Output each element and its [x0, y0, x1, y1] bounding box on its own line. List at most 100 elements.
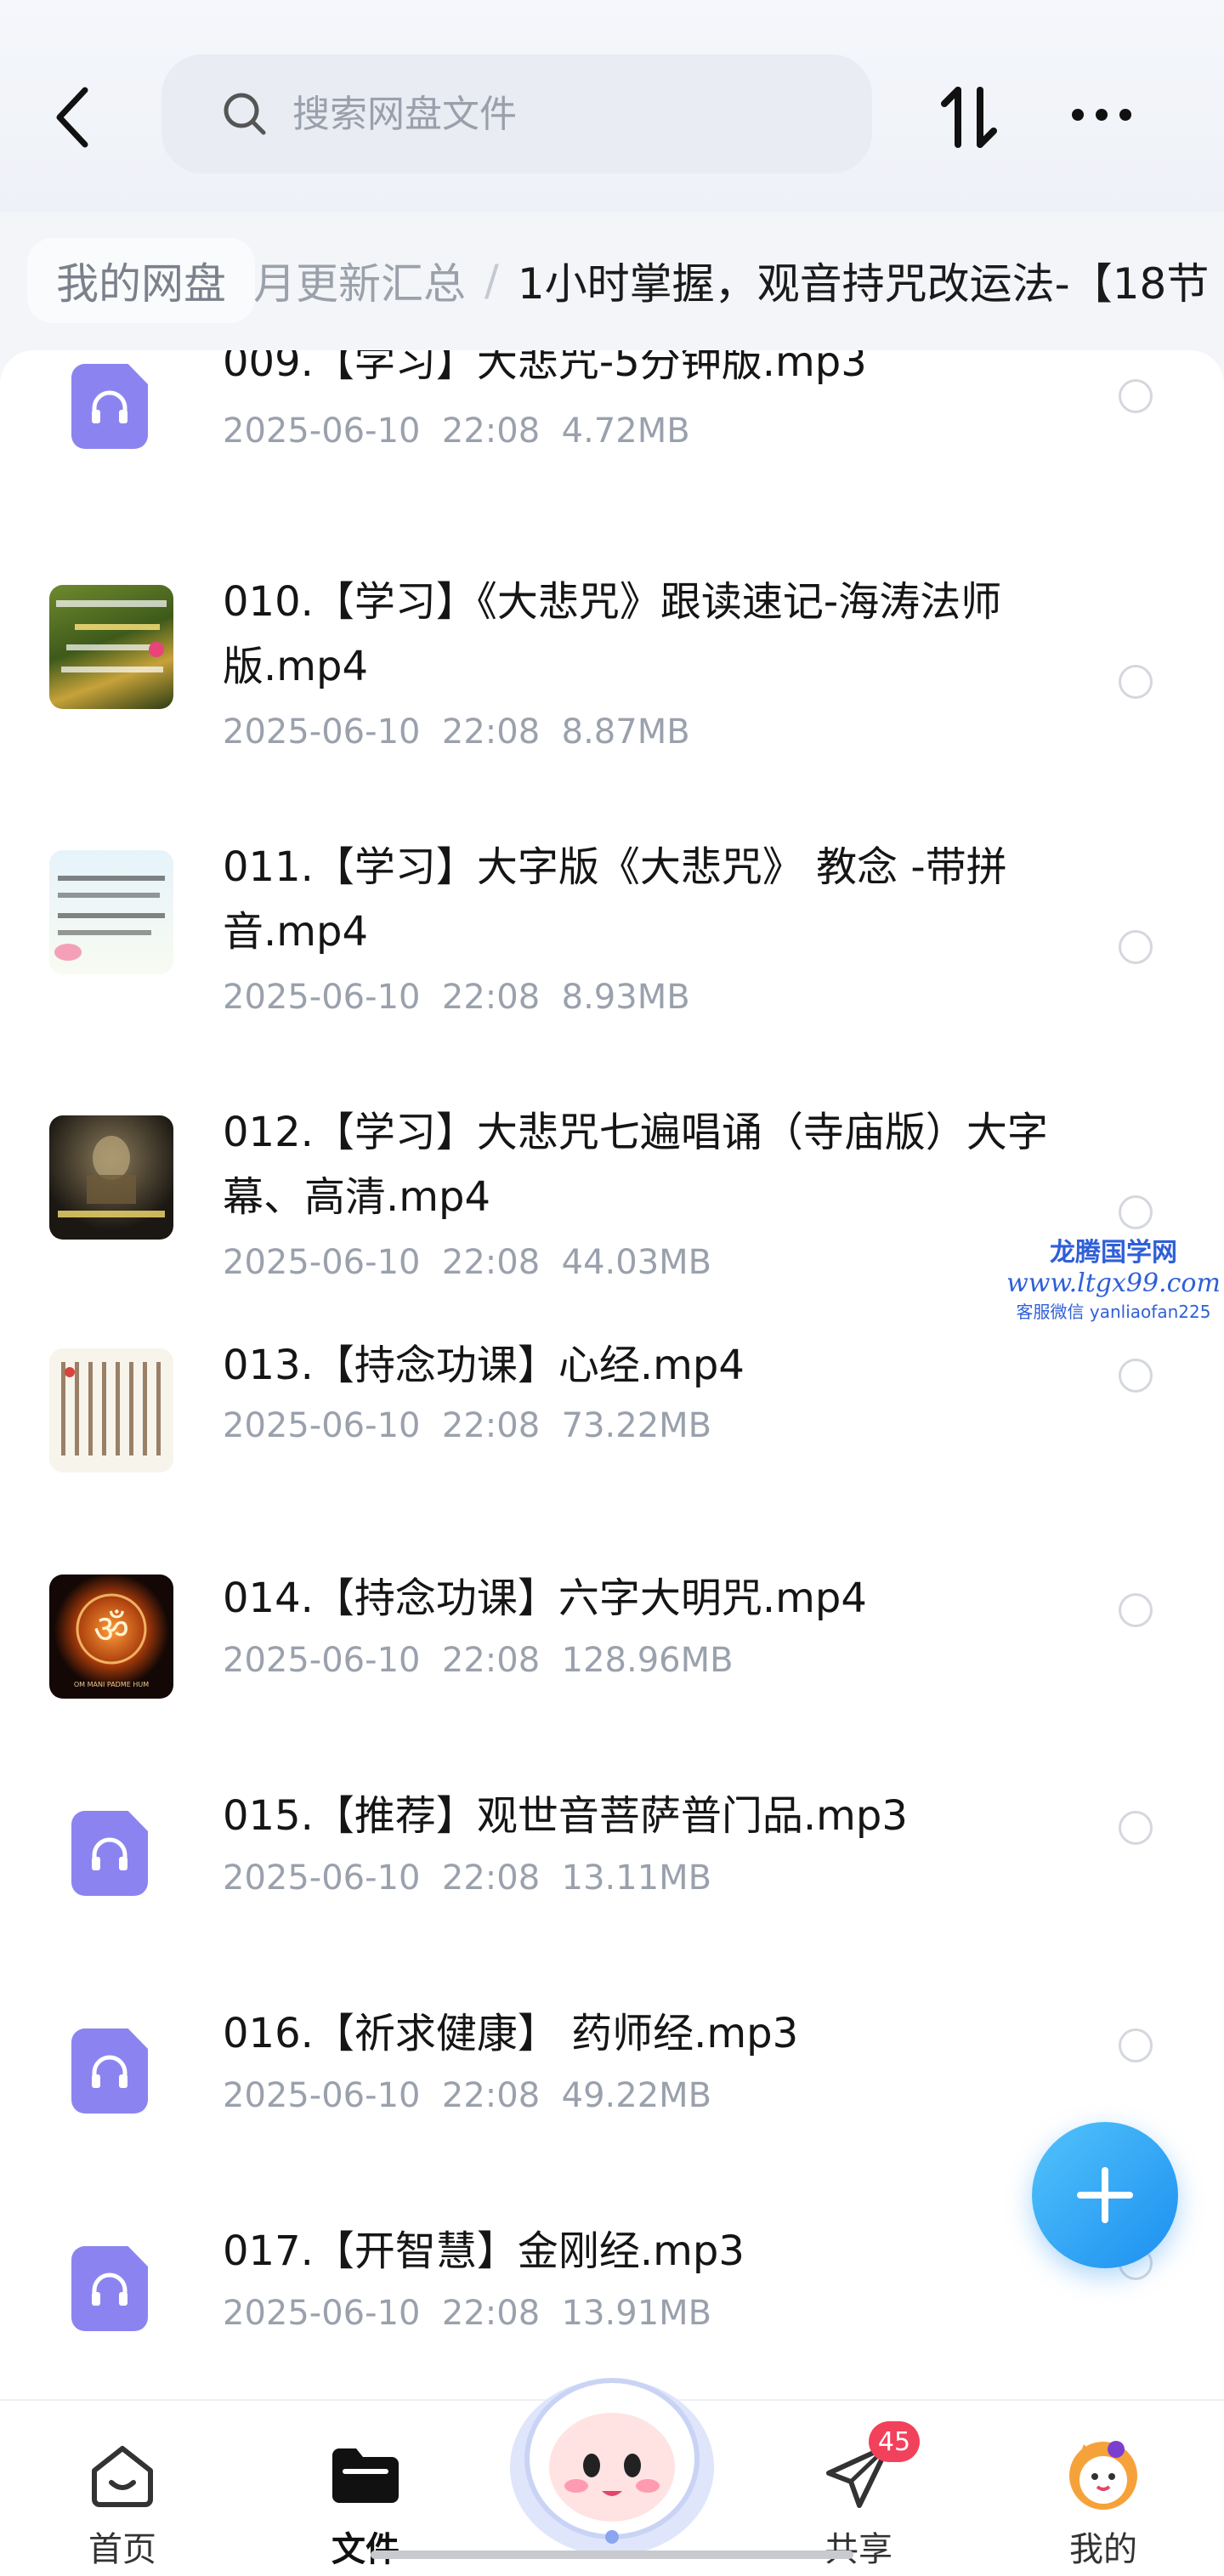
- folder-icon: [298, 2435, 434, 2516]
- file-time: 22:08: [441, 1243, 541, 1282]
- file-row[interactable]: 010.【学习】《大悲咒》跟读速记-海涛法师版.mp4 2025-06-10 2…: [0, 563, 1224, 828]
- file-name: 016.【祈求健康】 药师经.mp3: [223, 2010, 799, 2057]
- file-name: 015.【推荐】观世音菩萨普门品.mp3: [223, 1792, 908, 1840]
- file-date: 2025-06-10: [223, 2294, 421, 2333]
- video-thumbnail: [49, 850, 173, 974]
- select-checkbox[interactable]: [1119, 2028, 1153, 2063]
- home-indicator: [371, 2550, 853, 2559]
- file-row[interactable]: ॐ OM MANI PADME HUM 014.【持念功课】六字大明咒.mp4 …: [0, 1575, 1224, 1792]
- file-size: 73.22MB: [561, 1406, 712, 1445]
- add-button[interactable]: [1032, 2122, 1178, 2268]
- file-size: 49.22MB: [561, 2076, 712, 2115]
- file-meta: 2025-06-10 22:08 73.22MB: [223, 1406, 711, 1445]
- file-time: 22:08: [441, 2294, 541, 2333]
- select-checkbox[interactable]: [1119, 1811, 1153, 1845]
- select-checkbox[interactable]: [1119, 1593, 1153, 1627]
- file-time: 22:08: [441, 712, 541, 752]
- back-button[interactable]: [42, 83, 102, 151]
- select-checkbox[interactable]: [1119, 1195, 1153, 1229]
- file-date: 2025-06-10: [223, 712, 421, 752]
- avatar: [1035, 2435, 1171, 2516]
- chevron-left-icon: [56, 87, 88, 148]
- breadcrumb-current: 1小时掌握，观音持咒改运法-【18节: [517, 259, 1210, 309]
- file-date: 2025-06-10: [223, 1641, 421, 1680]
- astronaut-mascot-icon: [510, 2378, 714, 2556]
- nav-home-label: 首页: [88, 2530, 156, 2569]
- mascot-button[interactable]: [493, 2340, 731, 2561]
- share-badge: 45: [869, 2421, 920, 2462]
- search-input-container[interactable]: [162, 54, 872, 173]
- select-checkbox[interactable]: [1119, 379, 1153, 413]
- home-icon: [54, 2435, 190, 2516]
- watermark-title: 龙腾国学网: [1050, 1238, 1177, 1268]
- file-meta: 2025-06-10 22:08 8.93MB: [223, 978, 690, 1017]
- file-time: 22:08: [441, 1858, 541, 1898]
- file-size: 13.91MB: [561, 2294, 712, 2333]
- plus-icon: [1077, 2167, 1133, 2223]
- file-time: 22:08: [441, 2076, 541, 2115]
- file-meta: 2025-06-10 22:08 13.11MB: [223, 1858, 711, 1898]
- file-row[interactable]: 013.【持念功课】心经.mp4 2025-06-10 22:08 73.22M…: [0, 1342, 1224, 1575]
- file-meta: 2025-06-10 22:08 8.87MB: [223, 712, 690, 752]
- file-meta: 2025-06-10 22:08 4.72MB: [223, 411, 690, 451]
- more-dots-icon: [1072, 109, 1131, 121]
- search-input[interactable]: [292, 92, 802, 136]
- file-size: 128.96MB: [561, 1641, 734, 1680]
- file-date: 2025-06-10: [223, 1243, 421, 1282]
- nav-files-label: 文件: [332, 2530, 400, 2569]
- video-thumbnail: [49, 1115, 173, 1240]
- sort-button[interactable]: [935, 82, 1003, 153]
- select-checkbox[interactable]: [1119, 665, 1153, 699]
- select-checkbox[interactable]: [1119, 930, 1153, 964]
- file-size: 44.03MB: [561, 1243, 712, 1282]
- select-checkbox[interactable]: [1119, 1359, 1153, 1393]
- file-size: 8.93MB: [561, 978, 690, 1017]
- file-size: 13.11MB: [561, 1858, 712, 1898]
- file-size: 4.72MB: [561, 411, 690, 451]
- file-row[interactable]: 011.【学习】大字版《大悲咒》 教念 -带拼音.mp4 2025-06-10 …: [0, 828, 1224, 1093]
- audio-file-icon: [71, 2246, 148, 2331]
- nav-mine[interactable]: 我的: [1035, 2435, 1171, 2571]
- search-icon: [221, 90, 269, 138]
- file-name: 009.【学习】大悲咒-5分钟版.mp3: [223, 350, 867, 386]
- watermark: 龙腾国学网 www.ltgx99.com 客服微信 yanliaofan225: [1003, 1231, 1224, 1323]
- breadcrumb: 我的网盘 月更新汇总 / 1小时掌握，观音持咒改运法-【18节: [0, 238, 1224, 323]
- file-time: 22:08: [441, 978, 541, 1017]
- audio-file-icon: [71, 1811, 148, 1896]
- file-meta: 2025-06-10 22:08 44.03MB: [223, 1243, 711, 1282]
- file-row[interactable]: 015.【推荐】观世音菩萨普门品.mp3 2025-06-10 22:08 13…: [0, 1792, 1224, 2010]
- file-meta: 2025-06-10 22:08 49.22MB: [223, 2076, 711, 2115]
- file-size: 8.87MB: [561, 712, 690, 752]
- file-date: 2025-06-10: [223, 978, 421, 1017]
- file-name: 012.【学习】大悲咒七遍唱诵（寺庙版）大字幕、高清.mp4: [223, 1109, 1048, 1221]
- file-name: 010.【学习】《大悲咒》跟读速记-海涛法师版.mp4: [223, 578, 1002, 690]
- video-thumbnail: [49, 1348, 173, 1472]
- audio-file-icon: [71, 364, 148, 449]
- file-time: 22:08: [441, 1406, 541, 1445]
- file-list: 009.【学习】大悲咒-5分钟版.mp3 2025-06-10 22:08 4.…: [0, 350, 1224, 2399]
- more-button[interactable]: [1068, 94, 1136, 136]
- breadcrumb-root[interactable]: 我的网盘: [27, 238, 255, 323]
- top-bar: [0, 0, 1224, 213]
- file-name: 017.【开智慧】金刚经.mp3: [223, 2227, 745, 2275]
- file-name: 013.【持念功课】心经.mp4: [223, 1342, 745, 1389]
- video-thumbnail: [49, 585, 173, 709]
- nav-home[interactable]: 首页: [54, 2435, 190, 2571]
- thumb-caption: OM MANI PADME HUM: [74, 1681, 149, 1688]
- file-meta: 2025-06-10 22:08 128.96MB: [223, 1641, 734, 1680]
- nav-share-label: 共享: [824, 2530, 892, 2569]
- file-time: 22:08: [441, 411, 541, 451]
- svg-text:ॐ: ॐ: [94, 1606, 129, 1652]
- file-row[interactable]: 009.【学习】大悲咒-5分钟版.mp3 2025-06-10 22:08 4.…: [0, 350, 1224, 563]
- breadcrumb-separator: /: [484, 256, 499, 305]
- file-name: 014.【持念功课】六字大明咒.mp4: [223, 1575, 867, 1622]
- file-date: 2025-06-10: [223, 411, 421, 451]
- file-name: 011.【学习】大字版《大悲咒》 教念 -带拼音.mp4: [223, 843, 1007, 956]
- watermark-contact: 客服微信 yanliaofan225: [1016, 1302, 1211, 1322]
- breadcrumb-parent[interactable]: 月更新汇总: [253, 250, 466, 311]
- file-meta: 2025-06-10 22:08 13.91MB: [223, 2294, 711, 2333]
- file-time: 22:08: [441, 1641, 541, 1680]
- file-date: 2025-06-10: [223, 1858, 421, 1898]
- watermark-url: www.ltgx99.com: [1006, 1268, 1221, 1298]
- sort-icon: [941, 87, 997, 148]
